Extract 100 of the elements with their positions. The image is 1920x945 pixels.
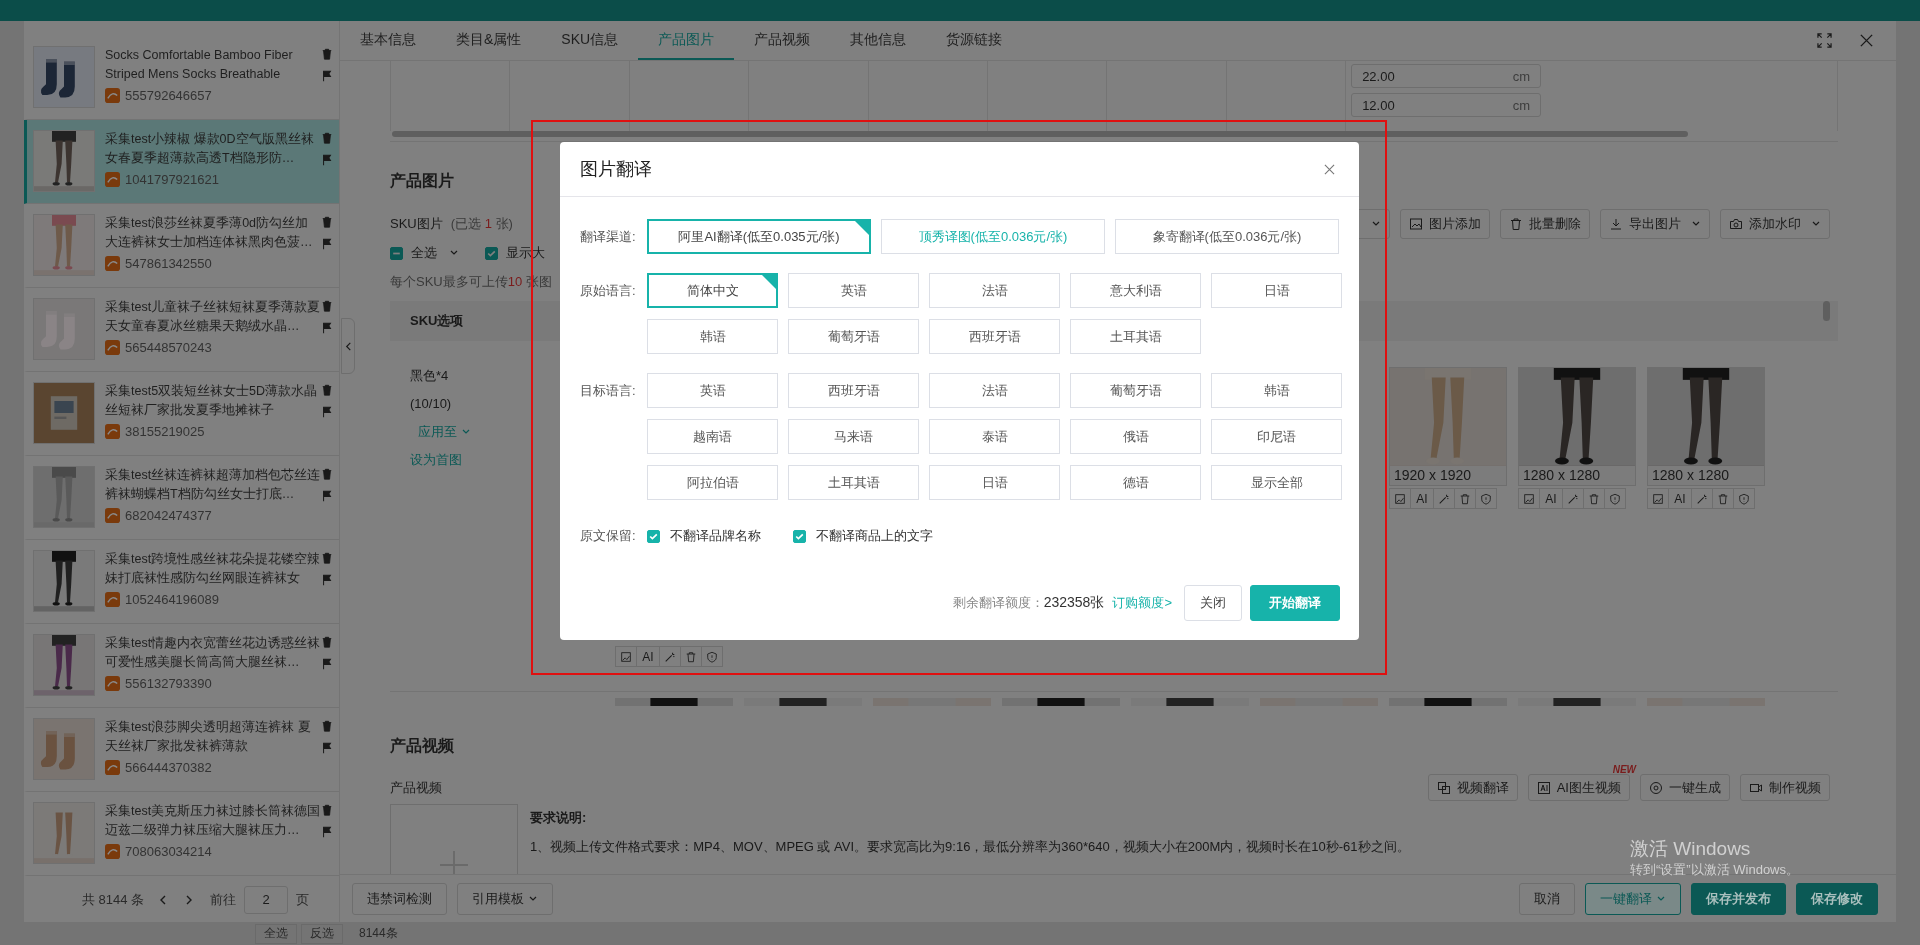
language-option[interactable]: 显示全部 xyxy=(1211,465,1342,500)
language-option[interactable]: 意大利语 xyxy=(1070,273,1201,308)
product-id: 555792646657 xyxy=(125,88,212,103)
field-label: 产品视频 xyxy=(390,778,442,797)
toolbar-button[interactable]: 添加水印 xyxy=(1720,209,1830,239)
footer-button[interactable]: 取消 xyxy=(1519,882,1575,915)
ai-button[interactable]: AI xyxy=(1410,488,1434,509)
language-option[interactable]: 西班牙语 xyxy=(788,373,919,408)
product-id: 547861342550 xyxy=(125,256,212,271)
image-card[interactable]: 1280 x 1280 xyxy=(1647,367,1765,486)
tab[interactable]: 基本信息 xyxy=(340,21,436,60)
ai-button[interactable]: AI xyxy=(1668,488,1692,509)
product-title: 采集test儿童袜子丝袜短袜夏季薄款夏天女童春夏冰丝糖果天鹅绒水晶… xyxy=(105,299,321,335)
product-list-item[interactable]: 采集test浪莎脚尖透明超薄连裤袜 夏天丝袜厂家批发袜裤薄款 566444370382 xyxy=(24,708,339,792)
video-tool-button[interactable]: 一键生成 xyxy=(1640,774,1730,801)
language-option[interactable]: 葡萄牙语 xyxy=(788,319,919,354)
product-list-item[interactable]: Socks Comfortable Bamboo Fiber Striped Mens Socks Breathable 555792646657 xyxy=(24,36,339,120)
product-id: 1052464196089 xyxy=(125,592,219,607)
product-title: 采集test跨境性感丝袜花朵提花镂空辣妹打底袜性感防勾丝网眼连裤袜女 xyxy=(105,551,321,587)
video-tool-button[interactable]: 视频翻译 xyxy=(1427,774,1518,801)
language-option[interactable]: 韩语 xyxy=(1211,373,1342,408)
product-list-item[interactable]: 采集test丝袜连裤袜超薄加档包芯丝连裤袜蝴蝶档T档防勾丝女士打底… 682042474377 xyxy=(24,456,339,540)
checkbox[interactable]: 显示大 xyxy=(485,244,545,262)
selected-count-text: (已选 1 张) xyxy=(450,215,513,233)
language-option[interactable]: 阿拉伯语 xyxy=(647,465,778,500)
requirements-title: 要求说明: xyxy=(530,809,588,827)
sku-name: 黑色*4 xyxy=(410,367,449,385)
product-list-item[interactable]: 采集test5双装短丝袜女士5D薄款水晶丝短袜厂家批发夏季地摊袜子 38155219025 xyxy=(24,372,339,456)
section-title: 产品图片 xyxy=(390,171,455,191)
footer-button[interactable]: 一键翻译 xyxy=(1585,882,1681,915)
language-option[interactable]: 越南语 xyxy=(647,419,778,454)
product-list-item[interactable]: 采集test美克斯压力袜过膝长筒袜德国迈兹二级弹力袜压缩大腿袜压力… 708063034214 xyxy=(24,792,339,876)
page-input[interactable]: 2 xyxy=(244,885,289,914)
footer-button[interactable]: 违禁词检测 xyxy=(352,882,447,915)
language-option[interactable]: 日语 xyxy=(929,465,1060,500)
language-option[interactable]: 马来语 xyxy=(788,419,919,454)
product-list-item[interactable]: 采集test情趣内衣宽蕾丝花边诱惑丝袜可爱性感美腿长筒高筒大腿丝袜… 556132793390 xyxy=(24,624,339,708)
toolbar-button[interactable]: 图片添加 xyxy=(1400,209,1490,239)
input-field[interactable]: 22.00 cm xyxy=(1351,64,1542,88)
tab[interactable]: 其他信息 xyxy=(830,21,927,60)
language-option[interactable]: 英语 xyxy=(647,373,778,408)
channel-option[interactable]: 顶秀译图(低至0.036元/张) xyxy=(881,219,1105,254)
start-translate-button[interactable]: 开始翻译 xyxy=(1250,585,1340,621)
image-card[interactable]: 1280 x 1280 xyxy=(1518,367,1636,486)
product-title: 采集test5双装短丝袜女士5D薄款水晶丝短袜厂家批发夏季地摊袜子 xyxy=(105,383,319,419)
order-quota-link[interactable]: 订购额度> xyxy=(1112,594,1172,612)
page-label: 页 xyxy=(296,890,310,909)
toolbar-button[interactable]: 导出图片 xyxy=(1600,209,1710,239)
close-button[interactable]: 关闭 xyxy=(1184,585,1242,621)
field-label: 目标语言: xyxy=(580,382,637,400)
language-option[interactable]: 印尼语 xyxy=(1211,419,1342,454)
image-size: 1280 x 1280 xyxy=(1522,466,1602,485)
language-option[interactable]: 法语 xyxy=(929,273,1060,308)
bottom-button[interactable]: 反选 xyxy=(301,923,343,944)
footer-button[interactable]: 引用模板 xyxy=(457,882,553,915)
bottom-button[interactable]: 全选 xyxy=(255,923,297,944)
checkbox[interactable]: 不翻译品牌名称 xyxy=(647,527,761,545)
language-option[interactable]: 泰语 xyxy=(929,419,1060,454)
toolbar-button[interactable]: 批量删除 xyxy=(1500,209,1590,239)
channel-option[interactable]: 象寄翻译(低至0.036元/张) xyxy=(1115,219,1339,254)
product-title: Socks Comfortable Bamboo Fiber Striped Mens Socks Breathable xyxy=(105,47,294,83)
product-title: 采集test小辣椒 爆款0D空气版黑丝袜女春夏季超薄款高透T档隐形防… xyxy=(105,131,315,167)
tab[interactable]: 类目&属性 xyxy=(436,21,542,60)
image-card[interactable]: 1920 x 1920 xyxy=(1389,367,1507,486)
checkbox[interactable]: 全选 xyxy=(390,244,459,262)
product-list-item[interactable]: 采集test儿童袜子丝袜短袜夏季薄款夏天女童春夏冰丝糖果天鹅绒水晶… 565448570243 xyxy=(24,288,339,372)
language-option[interactable]: 韩语 xyxy=(647,319,778,354)
tab[interactable]: SKU信息 xyxy=(541,21,639,60)
language-option[interactable]: 葡萄牙语 xyxy=(1070,373,1201,408)
language-option[interactable]: 法语 xyxy=(929,373,1060,408)
tab[interactable]: 货源链接 xyxy=(926,21,1023,60)
image-size: 1920 x 1920 xyxy=(1393,466,1473,485)
product-list-item[interactable]: 采集test小辣椒 爆款0D空气版黑丝袜女春夏季超薄款高透T档隐形防… 1041797921621 xyxy=(24,120,339,204)
input-field[interactable]: 12.00 cm xyxy=(1351,93,1542,117)
language-option[interactable]: 德语 xyxy=(1070,465,1201,500)
section-title: 产品视频 xyxy=(390,736,455,756)
ai-button[interactable]: AI xyxy=(636,646,660,667)
video-tool-button[interactable]: 制作视频 xyxy=(1740,774,1830,801)
product-list-item[interactable]: 采集test跨境性感丝袜花朵提花镂空辣妹打底袜性感防勾丝网眼连裤袜女 1052464196089 xyxy=(24,540,339,624)
total-count: 8144条 xyxy=(359,925,398,942)
activation-notice-text: 转到“设置”以激活 Windows。 xyxy=(1630,862,1799,877)
product-list-item[interactable]: 采集test浪莎丝袜夏季薄0d防勾丝加大连裤袜女士加档连体袜黑肉色菠… 547861342550 xyxy=(24,204,339,288)
field-label: 原文保留: xyxy=(580,527,637,545)
new-label: NEW xyxy=(1612,764,1636,775)
footer-button[interactable]: 保存并发布 xyxy=(1691,882,1786,915)
language-option[interactable]: 俄语 xyxy=(1070,419,1201,454)
tab[interactable]: 产品视频 xyxy=(734,21,831,60)
field-label: 翻译渠道: xyxy=(580,228,637,246)
language-option[interactable]: 日语 xyxy=(1211,273,1342,308)
channel-option[interactable]: 阿里AI翻译(低至0.035元/张) xyxy=(647,219,871,254)
ai-button[interactable]: AI xyxy=(1539,488,1563,509)
language-option[interactable]: 简体中文 xyxy=(647,273,778,308)
language-option[interactable]: 英语 xyxy=(788,273,919,308)
language-option[interactable]: 土耳其语 xyxy=(788,465,919,500)
footer-button[interactable]: 保存修改 xyxy=(1796,882,1878,915)
language-option[interactable]: 土耳其语 xyxy=(1070,319,1201,354)
language-option[interactable]: 西班牙语 xyxy=(929,319,1060,354)
video-tool-button[interactable]: AI图生视频 xyxy=(1527,774,1630,801)
checkbox[interactable]: 不翻译商品上的文字 xyxy=(793,527,933,545)
product-id: 565448570243 xyxy=(125,340,212,355)
